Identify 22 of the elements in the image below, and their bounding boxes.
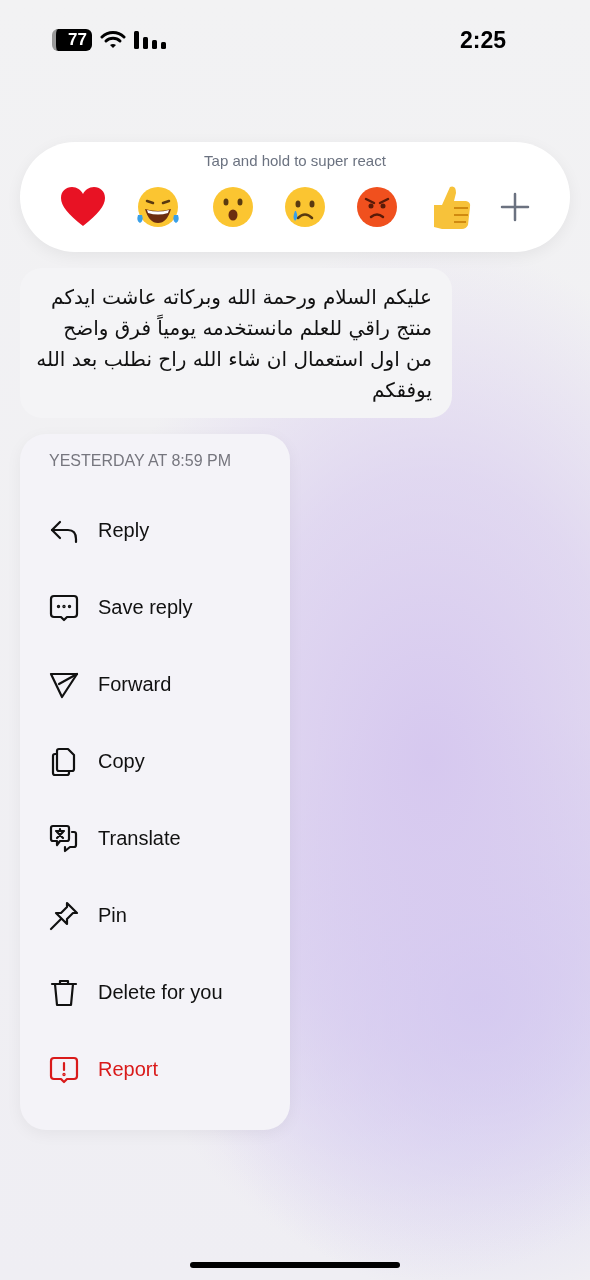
wifi-icon [99,30,126,50]
battery-level: 77 [52,29,92,51]
menu-item[interactable]: Delete for you [20,954,290,1031]
angry-face-icon[interactable] [355,185,400,229]
crying-face-icon[interactable] [283,185,327,229]
add-icon[interactable] [499,192,530,222]
reaction-hint: Tap and hold to super react [204,152,386,169]
surprised-face-icon[interactable] [210,185,255,229]
heart-icon[interactable] [60,186,106,228]
translate-icon [48,822,80,855]
menu-item[interactable]: Save reply [20,569,290,646]
signal-icon [133,31,166,49]
menu-item[interactable]: Translate [20,800,290,877]
menu-item[interactable]: Pin [20,877,290,954]
menu-item[interactable]: Report [20,1031,290,1108]
message-text: عليكم السلام ورحمة الله وبركاته عاشت ايدكم منتج راقي للعلم مانستخدمه يومياً فرق واضح من اول استعمال ان شاء الله راح نطلب بعد الله يوفقكم [36,284,432,404]
menu-item[interactable]: Forward [20,646,290,723]
message-timestamp: YESTERDAY AT 8:59 PM [49,452,231,470]
pin-icon [48,899,80,932]
menu-item[interactable]: Reply [20,492,290,569]
clock-time: 2:25 [459,26,506,54]
menu-item[interactable]: Copy [20,723,290,800]
